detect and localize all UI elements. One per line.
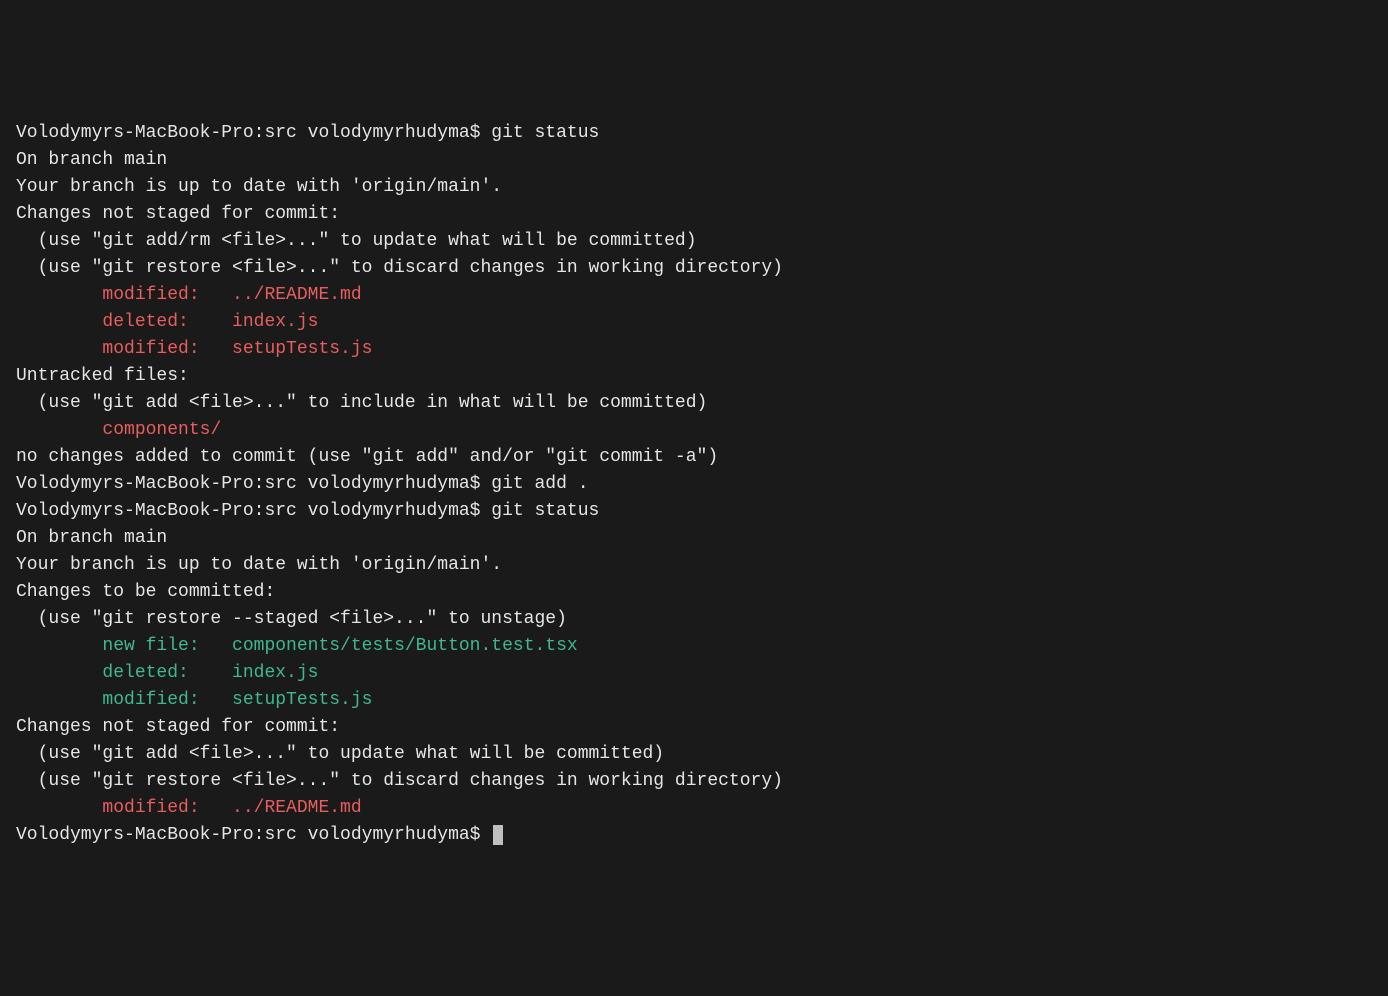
terminal-text-segment: Volodymyrs-MacBook-Pro:src volodymyrhudy…	[16, 123, 599, 143]
terminal-line: Your branch is up to date with 'origin/m…	[16, 552, 1372, 579]
terminal-text-segment	[16, 663, 102, 683]
terminal-text-segment: deleted: index.js	[102, 663, 318, 683]
terminal-line: (use "git add <file>..." to include in w…	[16, 390, 1372, 417]
terminal-line: Untracked files:	[16, 363, 1372, 390]
terminal-line: (use "git add/rm <file>..." to update wh…	[16, 228, 1372, 255]
terminal-line: new file: components/tests/Button.test.t…	[16, 633, 1372, 660]
terminal-line: (use "git restore --staged <file>..." to…	[16, 606, 1372, 633]
terminal-line: Changes not staged for commit:	[16, 714, 1372, 741]
terminal-text-segment: (use "git add <file>..." to update what …	[16, 744, 664, 764]
terminal-text-segment: (use "git restore --staged <file>..." to…	[16, 609, 567, 629]
terminal-output[interactable]: Volodymyrs-MacBook-Pro:src volodymyrhudy…	[16, 120, 1372, 849]
terminal-line: Volodymyrs-MacBook-Pro:src volodymyrhudy…	[16, 471, 1372, 498]
terminal-line: (use "git restore <file>..." to discard …	[16, 255, 1372, 282]
terminal-text-segment: (use "git add <file>..." to include in w…	[16, 393, 707, 413]
terminal-text-segment: (use "git add/rm <file>..." to update wh…	[16, 231, 697, 251]
terminal-text-segment: Your branch is up to date with 'origin/m…	[16, 177, 502, 197]
terminal-line: Volodymyrs-MacBook-Pro:src volodymyrhudy…	[16, 498, 1372, 525]
terminal-text-segment: components/	[102, 420, 221, 440]
terminal-text-segment: Changes not staged for commit:	[16, 717, 340, 737]
terminal-line: modified: ../README.md	[16, 282, 1372, 309]
terminal-text-segment	[16, 636, 102, 656]
terminal-text-segment: Your branch is up to date with 'origin/m…	[16, 555, 502, 575]
terminal-text-segment: (use "git restore <file>..." to discard …	[16, 771, 783, 791]
terminal-line: On branch main	[16, 147, 1372, 174]
terminal-text-segment	[16, 420, 102, 440]
terminal-text-segment	[16, 690, 102, 710]
terminal-line: (use "git add <file>..." to update what …	[16, 741, 1372, 768]
terminal-line: Volodymyrs-MacBook-Pro:src volodymyrhudy…	[16, 822, 1372, 849]
terminal-text-segment: (use "git restore <file>..." to discard …	[16, 258, 783, 278]
terminal-text-segment: Untracked files:	[16, 366, 189, 386]
terminal-line: Volodymyrs-MacBook-Pro:src volodymyrhudy…	[16, 120, 1372, 147]
terminal-text-segment: Volodymyrs-MacBook-Pro:src volodymyrhudy…	[16, 825, 491, 845]
terminal-line: modified: setupTests.js	[16, 336, 1372, 363]
terminal-line: modified: ../README.md	[16, 795, 1372, 822]
terminal-text-segment: modified: ../README.md	[102, 798, 361, 818]
terminal-text-segment: On branch main	[16, 150, 167, 170]
terminal-line: modified: setupTests.js	[16, 687, 1372, 714]
terminal-text-segment: Changes to be committed:	[16, 582, 275, 602]
terminal-text-segment: new file: components/tests/Button.test.t…	[102, 636, 577, 656]
terminal-text-segment	[16, 339, 102, 359]
terminal-text-segment	[16, 798, 102, 818]
terminal-line: deleted: index.js	[16, 660, 1372, 687]
terminal-line: deleted: index.js	[16, 309, 1372, 336]
terminal-text-segment: Changes not staged for commit:	[16, 204, 340, 224]
terminal-text-segment: modified: setupTests.js	[102, 690, 372, 710]
terminal-line: components/	[16, 417, 1372, 444]
terminal-text-segment: Volodymyrs-MacBook-Pro:src volodymyrhudy…	[16, 474, 589, 494]
terminal-text-segment: Volodymyrs-MacBook-Pro:src volodymyrhudy…	[16, 501, 599, 521]
terminal-line: Changes to be committed:	[16, 579, 1372, 606]
terminal-text-segment	[16, 312, 102, 332]
terminal-line: (use "git restore <file>..." to discard …	[16, 768, 1372, 795]
terminal-line: Changes not staged for commit:	[16, 201, 1372, 228]
terminal-text-segment	[16, 285, 102, 305]
terminal-line: Your branch is up to date with 'origin/m…	[16, 174, 1372, 201]
terminal-line: On branch main	[16, 525, 1372, 552]
terminal-text-segment: deleted: index.js	[102, 312, 318, 332]
cursor-icon	[493, 825, 503, 845]
terminal-text-segment: no changes added to commit (use "git add…	[16, 447, 718, 467]
terminal-text-segment: modified: ../README.md	[102, 285, 361, 305]
terminal-text-segment: On branch main	[16, 528, 167, 548]
terminal-text-segment: modified: setupTests.js	[102, 339, 372, 359]
terminal-line: no changes added to commit (use "git add…	[16, 444, 1372, 471]
